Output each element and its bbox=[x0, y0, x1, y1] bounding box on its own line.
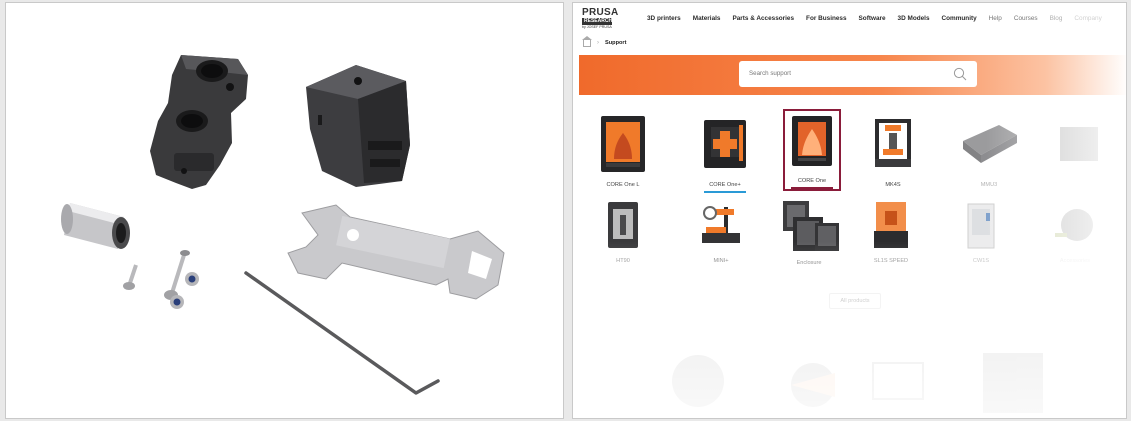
product-accessories[interactable]: Accessories bbox=[1039, 203, 1111, 264]
wrench bbox=[287, 204, 505, 300]
product-enclosure[interactable]: Enclosure bbox=[773, 199, 845, 266]
printer-image bbox=[792, 116, 832, 166]
breadcrumb-current: Support bbox=[605, 40, 627, 46]
product-more[interactable] bbox=[1043, 121, 1115, 170]
nav-help[interactable]: Help bbox=[989, 15, 1002, 22]
all-products-button[interactable]: All products bbox=[829, 293, 881, 309]
product-core-one-l[interactable]: CORE One L bbox=[587, 115, 659, 188]
search-placeholder: Search support bbox=[749, 70, 791, 77]
product-label: CORE One L bbox=[606, 182, 640, 188]
main-menu: 3D printers Materials Parts & Accessorie… bbox=[647, 15, 1114, 22]
support-site-screenshot: PRUSA RESEARCH by JOSEF PRUSA 3D printer… bbox=[572, 2, 1127, 419]
active-underline bbox=[704, 191, 746, 193]
breadcrumb: › Support bbox=[582, 35, 627, 49]
home-icon[interactable] bbox=[582, 35, 592, 47]
product-label: MINI+ bbox=[713, 258, 729, 264]
parts-photo bbox=[61, 55, 505, 395]
product-mini-plus[interactable]: MINI+ bbox=[685, 203, 757, 264]
nav-courses[interactable]: Courses bbox=[1014, 15, 1038, 22]
logo-byline: by JOSEF PRUSA bbox=[582, 25, 612, 29]
product-label: Accessories bbox=[1059, 258, 1091, 264]
active-underline bbox=[791, 187, 833, 189]
printer-image bbox=[1055, 209, 1093, 241]
nav-parts-accessories[interactable]: Parts & Accessories bbox=[732, 15, 794, 22]
product-label: SL1S SPEED bbox=[873, 258, 909, 264]
search-banner: Search support bbox=[579, 55, 1126, 95]
product-label: CORE One bbox=[797, 178, 827, 184]
product-sl1s-speed[interactable]: SL1S SPEED bbox=[855, 201, 927, 264]
product-core-one[interactable]: CORE One bbox=[776, 115, 848, 189]
printer-image bbox=[1060, 127, 1098, 161]
parts-photo-panel bbox=[5, 2, 564, 419]
nav-3d-printers[interactable]: 3D printers bbox=[647, 15, 681, 22]
product-label: HT90 bbox=[616, 258, 630, 264]
printer-image bbox=[783, 201, 839, 251]
nav-community[interactable]: Community bbox=[942, 15, 977, 22]
product-label: CW1S bbox=[972, 258, 990, 264]
product-label: MMU3 bbox=[980, 182, 998, 188]
search-icon[interactable] bbox=[953, 67, 967, 81]
printer-image bbox=[704, 120, 746, 168]
top-navigation: PRUSA RESEARCH by JOSEF PRUSA 3D printer… bbox=[573, 3, 1126, 37]
search-input[interactable]: Search support bbox=[739, 61, 977, 87]
printer-image bbox=[702, 206, 740, 243]
product-label: CORE One+ bbox=[709, 182, 741, 188]
printed-part-left bbox=[150, 55, 248, 189]
product-label: Enclosure bbox=[796, 260, 822, 266]
nav-for-business[interactable]: For Business bbox=[806, 15, 847, 22]
printed-part-block bbox=[306, 65, 410, 187]
product-cw1s[interactable]: CW1S bbox=[945, 203, 1017, 264]
nav-materials[interactable]: Materials bbox=[693, 15, 721, 22]
printer-image bbox=[967, 203, 995, 249]
printer-image bbox=[874, 202, 908, 248]
nav-software[interactable]: Software bbox=[859, 15, 886, 22]
product-mk4s[interactable]: MK4S bbox=[857, 119, 929, 188]
nav-blog[interactable]: Blog bbox=[1050, 15, 1063, 22]
product-label: MK4S bbox=[885, 182, 901, 188]
prusa-logo[interactable]: PRUSA RESEARCH by JOSEF PRUSA bbox=[582, 7, 619, 30]
logo-subtext: RESEARCH bbox=[582, 18, 613, 25]
nav-company[interactable]: Company bbox=[1074, 15, 1101, 22]
printer-image bbox=[963, 125, 1017, 163]
lower-content-preview bbox=[672, 353, 1043, 413]
product-core-one-plus[interactable]: CORE One+ bbox=[689, 119, 761, 193]
nav-3d-models[interactable]: 3D Models bbox=[898, 15, 930, 22]
allen-key bbox=[244, 271, 440, 395]
product-mmu3[interactable]: MMU3 bbox=[953, 121, 1025, 188]
product-ht90[interactable]: HT90 bbox=[587, 201, 659, 264]
chevron-right-icon: › bbox=[597, 40, 599, 46]
printer-image bbox=[608, 202, 638, 248]
screws bbox=[123, 250, 190, 300]
logo-text: PRUSA bbox=[582, 7, 619, 18]
printer-image bbox=[601, 116, 645, 172]
printer-image bbox=[875, 119, 911, 167]
linear-bearing bbox=[61, 203, 130, 249]
